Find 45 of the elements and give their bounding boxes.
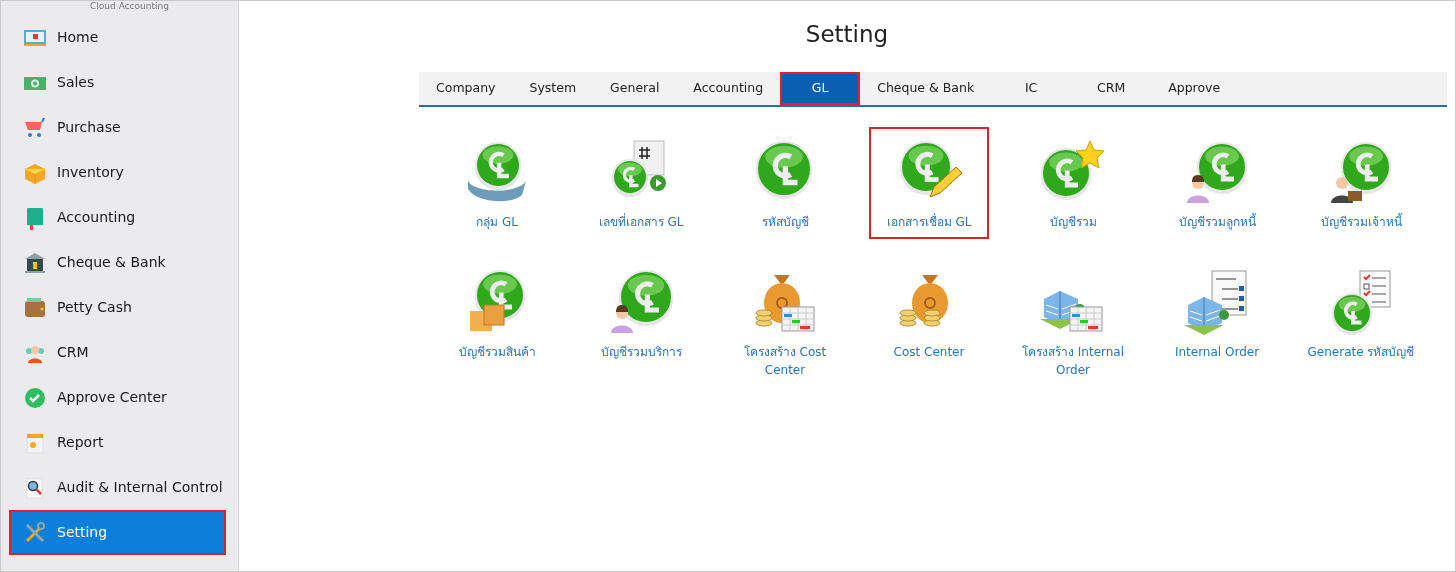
setting-tile[interactable]: เลขที่เอกสาร GL: [581, 126, 701, 239]
sidebar-item[interactable]: Audit & Internal Control: [9, 465, 226, 510]
tab[interactable]: System: [512, 71, 594, 105]
setting-tile[interactable]: Generate รหัสบัญชี: [1301, 256, 1421, 387]
setting-tile[interactable]: บัญชีรวมสินค้า: [437, 256, 557, 387]
setting-tile[interactable]: บัญชีรวม: [1013, 126, 1133, 239]
tab[interactable]: CRM: [1071, 71, 1152, 105]
sidebar-item[interactable]: Inventory: [9, 150, 226, 195]
check-circle-icon: [23, 385, 47, 410]
setting-tile[interactable]: รหัสบัญชี: [725, 126, 845, 239]
sidebar-item[interactable]: Sales: [9, 60, 226, 105]
sidebar-item[interactable]: CRM: [9, 330, 226, 375]
wallet-icon: [23, 295, 47, 320]
tab[interactable]: IC: [991, 71, 1072, 105]
cart-icon: [23, 115, 47, 140]
tools-icon: [23, 520, 47, 545]
sidebar-item[interactable]: Accounting: [9, 195, 226, 240]
sidebar-item[interactable]: Report: [9, 420, 226, 465]
tab[interactable]: GL: [780, 71, 861, 105]
sidebar-item[interactable]: Purchase: [9, 105, 226, 150]
setting-tile[interactable]: บัญชีรวมลูกหนี้: [1157, 126, 1277, 239]
building-checklist-icon: [1184, 268, 1250, 335]
setting-tile[interactable]: Internal Order: [1157, 256, 1277, 387]
setting-tile[interactable]: โครงสร้าง Cost Center: [725, 256, 845, 387]
sidebar-item[interactable]: Home: [9, 15, 226, 60]
sidebar-item[interactable]: Cheque & Bank: [9, 240, 226, 285]
page-title: Setting: [804, 20, 890, 49]
bank-icon: [23, 250, 47, 275]
setting-tile[interactable]: บัญชีรวมเจ้าหนี้: [1301, 126, 1421, 239]
setting-tile[interactable]: โครงสร้าง Internal Order: [1013, 256, 1133, 387]
tab[interactable]: Accounting: [676, 71, 781, 105]
sidebar-item[interactable]: Approve Center: [9, 375, 226, 420]
setting-tile[interactable]: เอกสารเชื่อม GL: [869, 126, 989, 239]
report-icon: [23, 430, 47, 455]
sidebar-item[interactable]: Petty Cash: [9, 285, 226, 330]
setting-tile[interactable]: Cost Center: [869, 256, 989, 387]
tab[interactable]: Company: [419, 71, 513, 105]
setting-tile[interactable]: บัญชีรวมบริการ: [581, 256, 701, 387]
app-caption: Cloud Accounting: [89, 1, 170, 11]
tab[interactable]: Approve: [1151, 71, 1238, 105]
setting-tile[interactable]: กลุ่ม GL: [437, 126, 557, 239]
gl-person-icon: [608, 268, 674, 335]
tab[interactable]: General: [593, 71, 677, 105]
sidebar-item[interactable]: Setting: [9, 510, 226, 555]
tab[interactable]: Cheque & Bank: [860, 71, 992, 105]
